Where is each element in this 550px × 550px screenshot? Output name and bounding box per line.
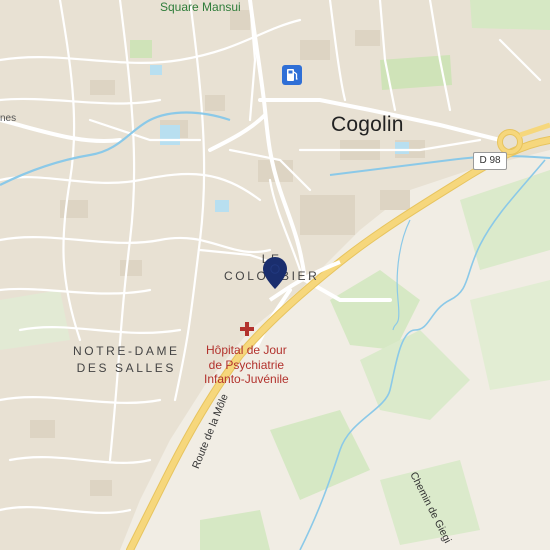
hospital-cross-icon[interactable] [240, 322, 254, 336]
edge-place-label: nes [0, 113, 17, 124]
square-mansui-label: Square Mansui [160, 0, 241, 14]
d98-road-shield: D 98 [473, 152, 507, 170]
notredame-line1: NOTRE-DAME [73, 344, 180, 358]
hospital-line1: Hôpital de Jour [206, 343, 287, 357]
green-field [130, 40, 152, 58]
fuel-station-icon[interactable] [282, 65, 302, 85]
hospital-label[interactable]: Hôpital de Jour de Psychiatrie Infanto-J… [204, 343, 289, 387]
cogolin-town-label: Cogolin [331, 113, 404, 136]
hospital-line2: de Psychiatrie [208, 357, 285, 372]
notre-dame-des-salles-label: NOTRE-DAME DES SALLES [73, 343, 180, 377]
map-view[interactable]: Square Mansui Cogolin nes LE COLOMBIER N… [0, 0, 550, 550]
notredame-line2: DES SALLES [76, 361, 177, 375]
green-field [0, 290, 70, 350]
location-pin-icon[interactable] [262, 256, 288, 290]
hospital-line3: Infanto-Juvénile [204, 372, 289, 386]
green-field [470, 0, 550, 30]
